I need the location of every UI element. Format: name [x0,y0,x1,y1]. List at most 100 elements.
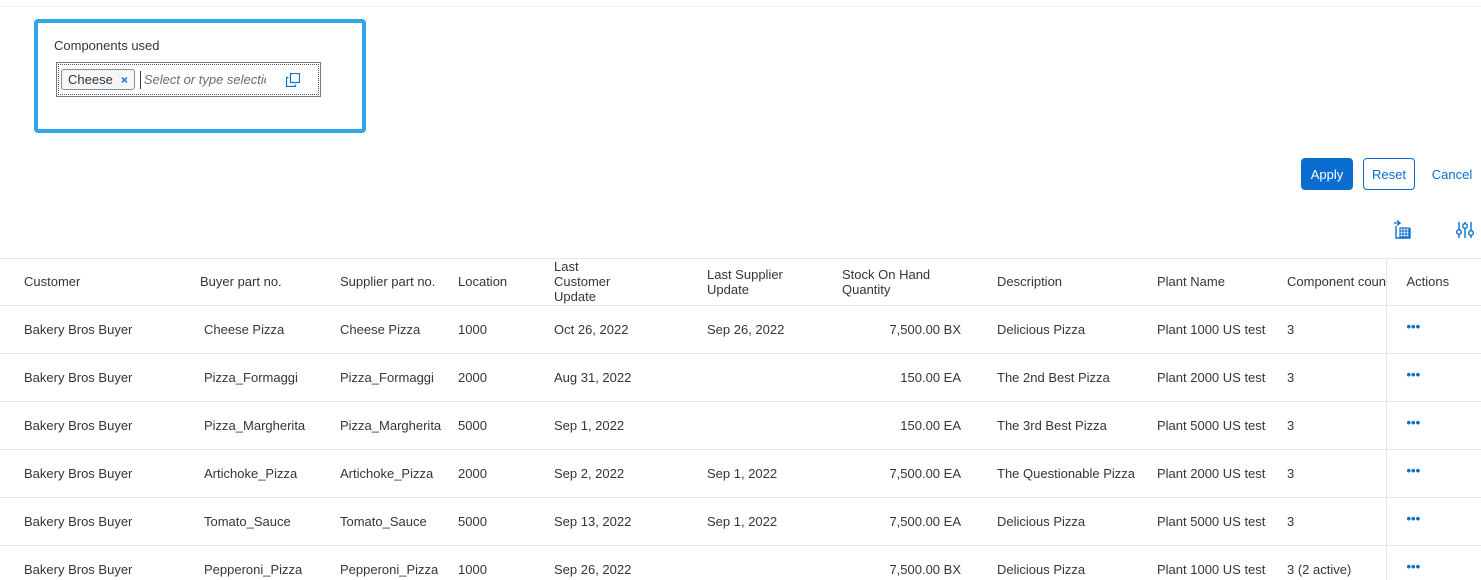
cell-plant: Plant 2000 US test [1141,449,1281,498]
components-multi-input[interactable]: Cheese × [56,62,321,97]
column-header-customer[interactable]: Customer [0,259,176,306]
cell-component-count: 3 [1281,497,1386,546]
cell-location: 2000 [448,353,530,402]
table-row[interactable]: Bakery Bros Buyer Pizza_Margherita Pizza_M… [0,401,1481,450]
column-header-last-customer-update[interactable]: Last Customer Update [530,259,683,306]
cell-last-supplier-update: Sep 26, 2022 [683,305,836,354]
table-header: Customer Buyer part no. Supplier part no… [0,259,1481,306]
table-row[interactable]: Bakery Bros Buyer Pepperoni_Pizza Pepperon… [0,545,1481,580]
cell-buyer-part: Cheese Pizza [176,305,316,354]
column-header-buyer-part[interactable]: Buyer part no. [176,259,316,306]
column-header-supplier-part[interactable]: Supplier part no. [316,259,448,306]
cell-buyer-part: Pizza_Formaggi [176,353,316,402]
cell-component-count: 3 [1281,449,1386,498]
cell-stock: 7,500.00 BX [836,305,973,354]
table-header-row: Customer Buyer part no. Supplier part no… [0,259,1481,306]
results-table-container: Customer Buyer part no. Supplier part no… [0,258,1481,580]
column-header-location[interactable]: Location [448,259,530,306]
cell-stock: 150.00 EA [836,401,973,450]
cell-supplier-part: Tomato_Sauce [316,497,448,546]
cell-location: 1000 [448,545,530,580]
table-row[interactable]: Bakery Bros Buyer Pizza_Formaggi Pizza_For… [0,353,1481,402]
cell-last-customer-update: Sep 1, 2022 [530,401,683,450]
cell-last-supplier-update [683,353,836,402]
cell-buyer-part: Pizza_Margherita [176,401,316,450]
cell-component-count: 3 [1281,401,1386,450]
more-actions-icon[interactable]: ••• [1407,463,1421,478]
cell-last-customer-update: Sep 13, 2022 [530,497,683,546]
cell-description: The 3rd Best Pizza [973,401,1141,450]
export-to-spreadsheet-icon[interactable] [1392,219,1414,241]
cell-component-count: 3 [1281,305,1386,354]
value-help-icon[interactable] [285,72,301,88]
components-search-input[interactable] [139,70,268,89]
more-actions-icon[interactable]: ••• [1407,511,1421,526]
more-actions-icon[interactable]: ••• [1407,367,1421,382]
cell-plant: Plant 5000 US test [1141,401,1281,450]
cell-description: Delicious Pizza [973,305,1141,354]
column-header-component-count[interactable]: Component count [1281,259,1386,306]
cell-supplier-part: Pizza_Margherita [316,401,448,450]
cell-last-customer-update: Aug 31, 2022 [530,353,683,402]
cell-supplier-part: Pizza_Formaggi [316,353,448,402]
cell-plant: Plant 1000 US test [1141,545,1281,580]
cell-description: Delicious Pizza [973,497,1141,546]
reset-button[interactable]: Reset [1363,158,1415,190]
table-body: Bakery Bros Buyer Cheese Pizza Cheese Pizz… [0,305,1481,580]
filter-label: Components used [54,38,160,53]
cell-location: 2000 [448,449,530,498]
column-header-actions: Actions [1385,259,1481,306]
cell-last-supplier-update [683,401,836,450]
column-header-plant[interactable]: Plant Name [1141,259,1281,306]
cell-description: The Questionable Pizza [973,449,1141,498]
cell-actions: ••• [1385,305,1481,354]
cancel-button[interactable]: Cancel [1426,158,1478,190]
more-actions-icon[interactable]: ••• [1407,415,1421,430]
cell-description: Delicious Pizza [973,545,1141,580]
cell-actions: ••• [1385,545,1481,580]
table-row[interactable]: Bakery Bros Buyer Cheese Pizza Cheese Pizz… [0,305,1481,354]
cell-supplier-part: Artichoke_Pizza [316,449,448,498]
apply-button[interactable]: Apply [1301,158,1353,190]
cell-actions: ••• [1385,353,1481,402]
cell-location: 5000 [448,401,530,450]
cell-customer: Bakery Bros Buyer [0,449,176,498]
cell-component-count: 3 [1281,353,1386,402]
cell-location: 1000 [448,305,530,354]
cell-customer: Bakery Bros Buyer [0,497,176,546]
more-actions-icon[interactable]: ••• [1407,559,1421,574]
results-table: Customer Buyer part no. Supplier part no… [0,259,1481,580]
cell-stock: 7,500.00 BX [836,545,973,580]
cell-customer: Bakery Bros Buyer [0,353,176,402]
filter-token[interactable]: Cheese × [61,69,135,90]
cell-actions: ••• [1385,497,1481,546]
table-row[interactable]: Bakery Bros Buyer Artichoke_Pizza Artichok… [0,449,1481,498]
filter-panel: Components used Cheese × [34,19,366,133]
top-divider [0,0,1481,7]
cell-buyer-part: Pepperoni_Pizza [176,545,316,580]
cell-stock: 7,500.00 EA [836,497,973,546]
token-remove-icon[interactable]: × [121,73,128,87]
cell-stock: 7,500.00 EA [836,449,973,498]
cell-customer: Bakery Bros Buyer [0,305,176,354]
cell-last-supplier-update: Sep 1, 2022 [683,449,836,498]
cell-actions: ••• [1385,401,1481,450]
cell-last-supplier-update [683,545,836,580]
page: Components used Cheese × Apply Reset Can… [0,0,1481,580]
column-header-stock[interactable]: Stock On Hand Quantity [836,259,973,306]
cell-location: 5000 [448,497,530,546]
column-header-last-supplier-update[interactable]: Last Supplier Update [683,259,836,306]
cell-plant: Plant 5000 US test [1141,497,1281,546]
cell-supplier-part: Cheese Pizza [316,305,448,354]
more-actions-icon[interactable]: ••• [1407,319,1421,334]
table-row[interactable]: Bakery Bros Buyer Tomato_Sauce Tomato_Sauc… [0,497,1481,546]
cell-stock: 150.00 EA [836,353,973,402]
cell-component-count: 3 (2 active) [1281,545,1386,580]
cell-description: The 2nd Best Pizza [973,353,1141,402]
cell-last-customer-update: Sep 2, 2022 [530,449,683,498]
cell-customer: Bakery Bros Buyer [0,401,176,450]
cell-buyer-part: Artichoke_Pizza [176,449,316,498]
token-label: Cheese [68,72,113,87]
table-settings-icon[interactable] [1454,219,1476,241]
column-header-description[interactable]: Description [973,259,1141,306]
